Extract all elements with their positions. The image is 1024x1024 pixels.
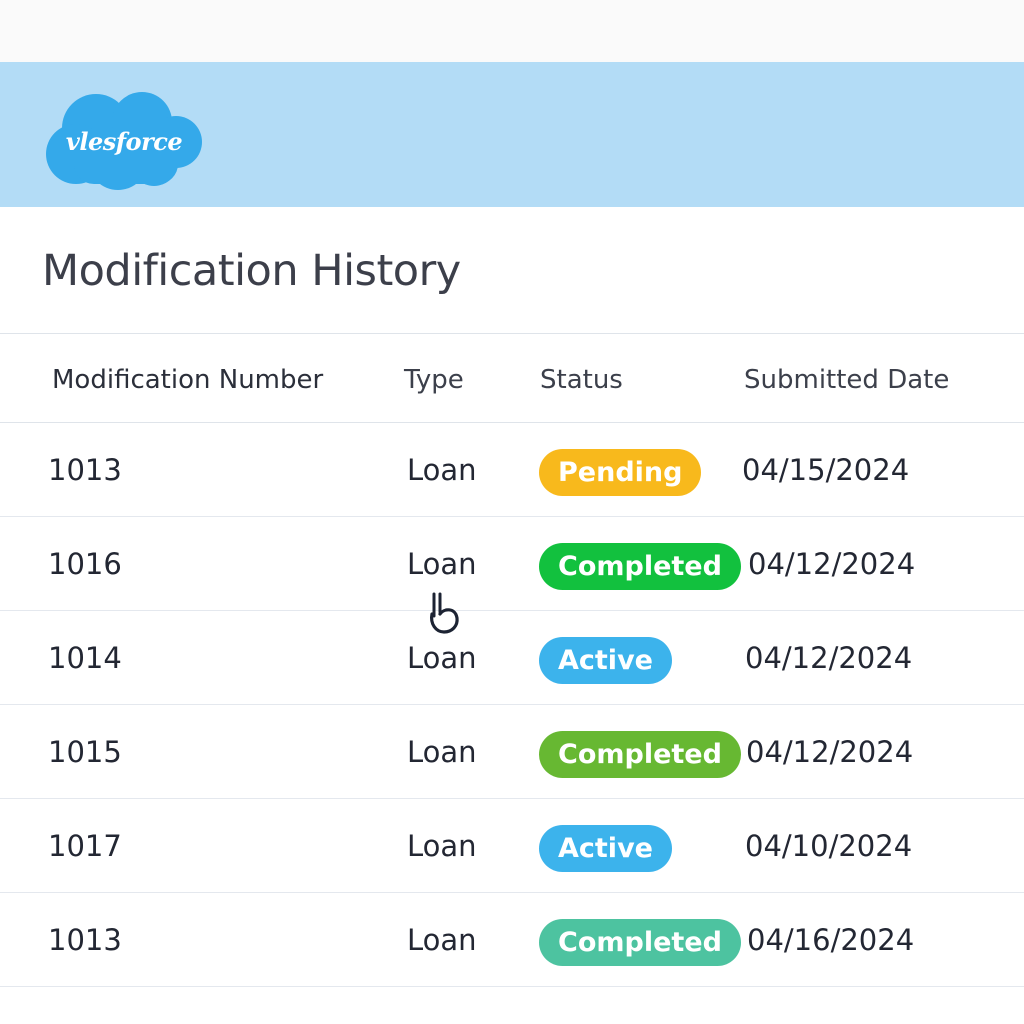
page-title: Modification History <box>42 246 461 296</box>
table-row[interactable]: 1013 Loan Pending 04/15/2024 <box>0 423 1024 517</box>
table-row[interactable]: 1017 Loan Active 04/10/2024 <box>0 799 1024 893</box>
top-strip <box>0 0 1024 62</box>
table-header-row: Modification Number Type Status Submitte… <box>0 333 1024 423</box>
table-row[interactable]: 1013 Loan Completed 04/16/2024 <box>0 893 1024 987</box>
modification-number-cell[interactable]: 1015 <box>48 735 122 769</box>
modification-number-cell[interactable]: 1013 <box>48 923 122 957</box>
column-header-type[interactable]: Type <box>404 365 464 395</box>
salesforce-logo[interactable]: vlesforce <box>44 88 204 194</box>
column-header-modification-number[interactable]: Modification Number <box>52 365 323 395</box>
modification-number-cell[interactable]: 1017 <box>48 829 122 863</box>
page: vlesforce Modification History Modificat… <box>0 0 1024 1024</box>
type-cell: Loan <box>407 829 477 863</box>
submitted-date-cell: 04/15/2024 <box>742 453 910 487</box>
submitted-date-cell: 04/12/2024 <box>745 641 913 675</box>
modification-number-cell[interactable]: 1014 <box>48 641 122 675</box>
submitted-date-cell: 04/10/2024 <box>745 829 913 863</box>
type-cell: Loan <box>407 923 477 957</box>
status-badge: Completed <box>539 919 741 966</box>
table-row[interactable]: 1016 Loan Completed 04/12/2024 <box>0 517 1024 611</box>
hand-pointer-icon <box>426 590 462 636</box>
table-row[interactable]: 1015 Loan Completed 04/12/2024 <box>0 705 1024 799</box>
status-badge: Pending <box>539 449 702 496</box>
type-cell: Loan <box>407 547 477 581</box>
status-badge: Completed <box>539 731 741 778</box>
table-row[interactable]: 1014 Loan Active 04/12/2024 <box>0 611 1024 705</box>
column-header-status[interactable]: Status <box>540 365 623 395</box>
submitted-date-cell: 04/12/2024 <box>748 547 916 581</box>
submitted-date-cell: 04/12/2024 <box>746 735 914 769</box>
modification-number-cell[interactable]: 1013 <box>48 453 122 487</box>
status-badge: Active <box>539 637 672 684</box>
modification-number-cell[interactable]: 1016 <box>48 547 122 581</box>
logo-text: vlesforce <box>65 126 183 156</box>
type-cell: Loan <box>407 641 477 675</box>
column-header-submitted-date[interactable]: Submitted Date <box>744 365 949 395</box>
submitted-date-cell: 04/16/2024 <box>747 923 915 957</box>
app-header: vlesforce <box>0 62 1024 207</box>
status-badge: Completed <box>539 543 741 590</box>
modification-history-table: Modification Number Type Status Submitte… <box>0 333 1024 987</box>
type-cell: Loan <box>407 735 477 769</box>
type-cell: Loan <box>407 453 477 487</box>
status-badge: Active <box>539 825 672 872</box>
